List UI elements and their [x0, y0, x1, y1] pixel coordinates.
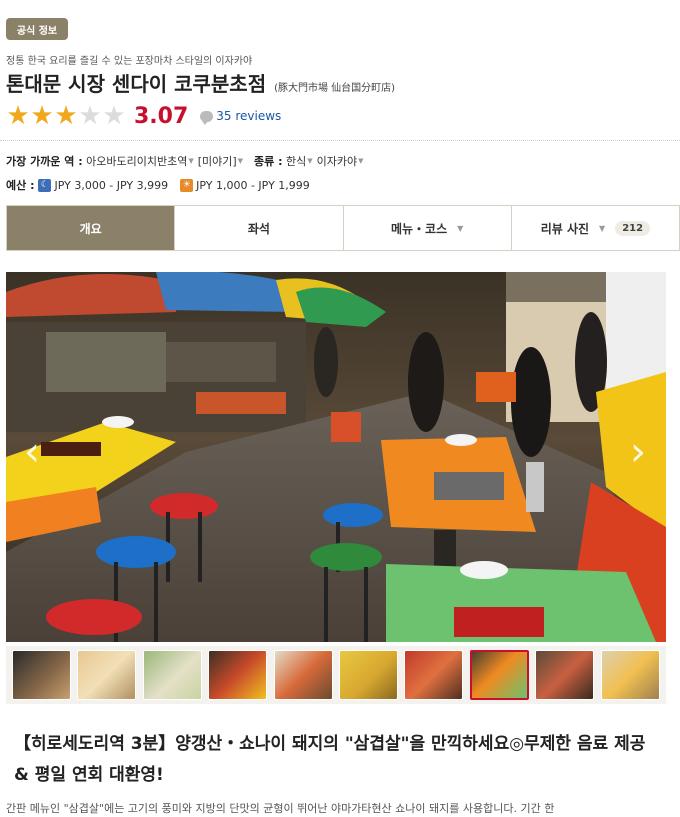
caret-down-icon: ▼: [358, 157, 364, 165]
sun-icon: ☀: [180, 178, 194, 192]
rating-score: 3.07: [134, 103, 189, 129]
photo-thumbnail[interactable]: [273, 650, 333, 700]
tab-label: 개요: [79, 221, 102, 236]
caret-down-icon: ▼: [307, 157, 313, 165]
tab-seats[interactable]: 좌석: [175, 206, 344, 250]
caret-down-icon: ▼: [457, 223, 464, 233]
budget-row: 예산 : ☾ JPY 3,000 - JPY 3,999 ☀ JPY 1,000…: [6, 177, 310, 193]
photo-thumbnail[interactable]: [339, 650, 398, 700]
tab-label: 좌석: [247, 221, 270, 236]
star-icon: ★: [54, 101, 78, 131]
budget-lunch: JPY 1,000 - JPY 1,999: [196, 178, 310, 192]
restaurant-subtitle: 정통 한국 요리를 즐길 수 있는 포장마차 스타일의 이자카야: [6, 56, 253, 67]
moon-icon: ☾: [38, 178, 52, 192]
photo-thumbnail[interactable]: [12, 650, 71, 700]
next-photo-icon[interactable]: ›: [616, 432, 646, 472]
genre-label: 종류 :: [254, 155, 283, 168]
photo-thumbnail[interactable]: [404, 650, 464, 700]
promo-description: 간판 메뉴인 "삼겹살"에는 고기의 풍미와 지방의 단맛의 균형이 뛰어난 야…: [6, 802, 555, 815]
tab-label: 리뷰 사진: [540, 221, 590, 236]
caret-down-icon: ▼: [237, 157, 244, 165]
area-link[interactable]: [미야기]: [198, 153, 237, 169]
tab-menu-course[interactable]: 메뉴・코스 ▼: [343, 206, 512, 250]
caret-down-icon: ▼: [188, 157, 194, 165]
photo-thumbnail[interactable]: [208, 650, 268, 700]
reviews-label: 35 reviews: [216, 109, 282, 123]
photo-count-badge: 212: [615, 220, 651, 236]
restaurant-title: 톤대문 시장 센다이 코쿠분초점: [6, 72, 267, 96]
budget-dinner: JPY 3,000 - JPY 3,999: [54, 178, 169, 192]
photo-thumbnail[interactable]: [77, 650, 137, 700]
station-link[interactable]: 아오바도리이치반초역: [86, 153, 187, 169]
budget-label: 예산 :: [6, 179, 35, 192]
caret-down-icon: ▼: [599, 223, 606, 233]
title-row: 톤대문 시장 센다이 코쿠분초점 (豚大門市場 仙台国分町店): [6, 68, 395, 97]
photo-thumbnail-selected[interactable]: [469, 650, 529, 700]
station-label: 가장 가까운 역 :: [6, 155, 83, 168]
photo-thumbnail[interactable]: [142, 650, 202, 700]
star-icon: ★: [78, 101, 102, 131]
photo-thumbnail[interactable]: [600, 650, 660, 700]
photo-thumbnail[interactable]: [535, 650, 595, 700]
star-icon: ★: [102, 101, 126, 131]
promo-headline: 【히로세도리역 3분】양갱산・쇼나이 돼지의 "삼겹살"을 만끽하세요◎무제한 …: [14, 734, 646, 785]
restaurant-interior-image: [6, 272, 666, 642]
star-icon: ★: [6, 101, 30, 131]
official-info-badge: 공식 정보: [6, 18, 68, 40]
previous-photo-icon[interactable]: ‹: [24, 432, 54, 472]
genre-link-izakaya[interactable]: 이자카야: [317, 153, 357, 169]
rating-stars: ★ ★ ★ ★ ★: [6, 103, 126, 129]
divider: [0, 140, 680, 141]
main-photo: ‹ ›: [6, 272, 666, 642]
reviews-link[interactable]: 35 reviews: [200, 109, 282, 125]
restaurant-title-japanese: (豚大門市場 仙台国分町店): [274, 83, 396, 94]
genre-link-korean[interactable]: 한식: [286, 153, 306, 169]
tab-overview[interactable]: 개요: [7, 206, 176, 250]
rating-row: ★ ★ ★ ★ ★ 3.07 35 reviews: [6, 101, 281, 131]
photo-thumbnail-strip: [6, 646, 666, 704]
navigation-tabs: 개요 좌석 메뉴・코스 ▼ 리뷰 사진 ▼ 212: [6, 205, 680, 251]
speech-bubble-icon: [200, 110, 214, 125]
tab-label: 메뉴・코스: [390, 221, 448, 236]
location-genre-row: 가장 가까운 역 : 아오바도리이치반초역 ▼ [미야기] ▼ 종류 : 한식 ▼ 이…: [6, 153, 368, 169]
star-icon: ★: [30, 101, 54, 131]
tab-review-photos[interactable]: 리뷰 사진 ▼ 212: [511, 206, 679, 250]
